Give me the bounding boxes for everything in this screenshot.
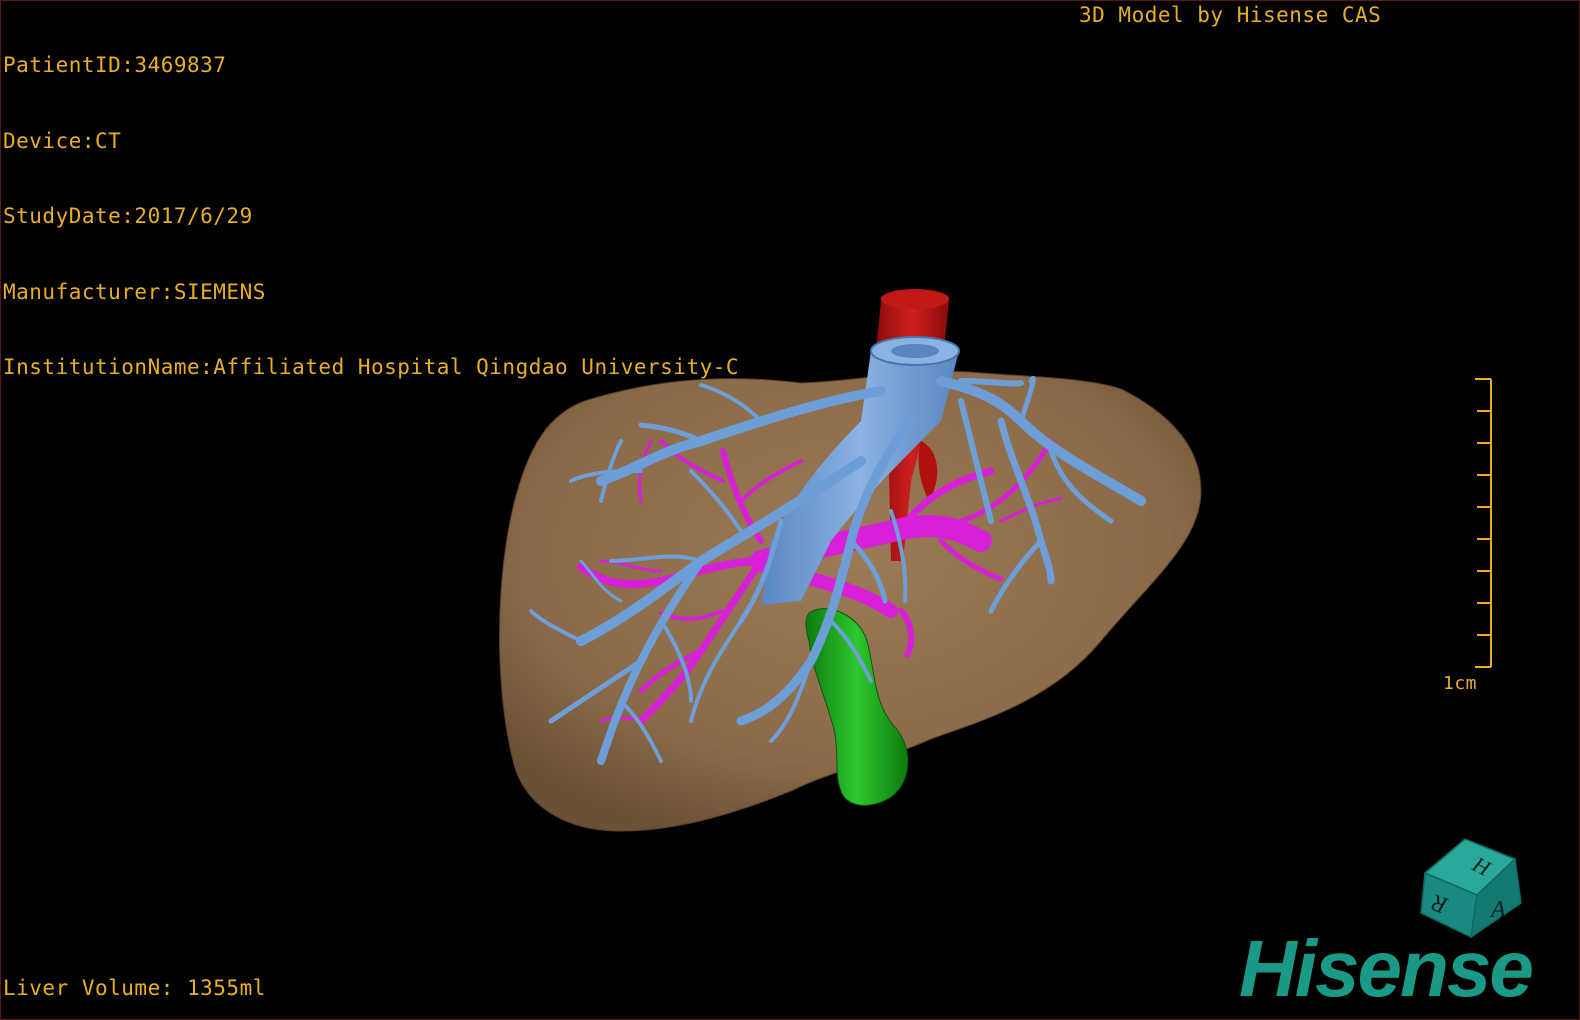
liver-volume: Liver Volume: 1355ml xyxy=(3,976,266,1000)
study-date: StudyDate:2017/6/29 xyxy=(3,204,253,228)
cube-face-a: A xyxy=(1489,897,1506,923)
model-caption: 3D Model by Hisense CAS xyxy=(1079,3,1382,27)
device: Device:CT xyxy=(3,128,122,153)
scale-bar xyxy=(1475,378,1492,668)
manufacturer: Manufacturer:SIEMENS xyxy=(3,279,266,304)
patient-info-overlay: PatientID:3469837 Device:CT StudyDate:20… xyxy=(3,3,739,431)
institution-name: InstitutionName:Affiliated Hospital Qing… xyxy=(3,355,740,379)
patient-id: PatientID:3469837 xyxy=(3,53,227,77)
hisense-logo: Hisense xyxy=(1239,924,1534,1013)
scale-bar-label: 1cm xyxy=(1443,673,1478,694)
3d-viewport[interactable]: PatientID:3469837 Device:CT StudyDate:20… xyxy=(0,0,1580,1020)
